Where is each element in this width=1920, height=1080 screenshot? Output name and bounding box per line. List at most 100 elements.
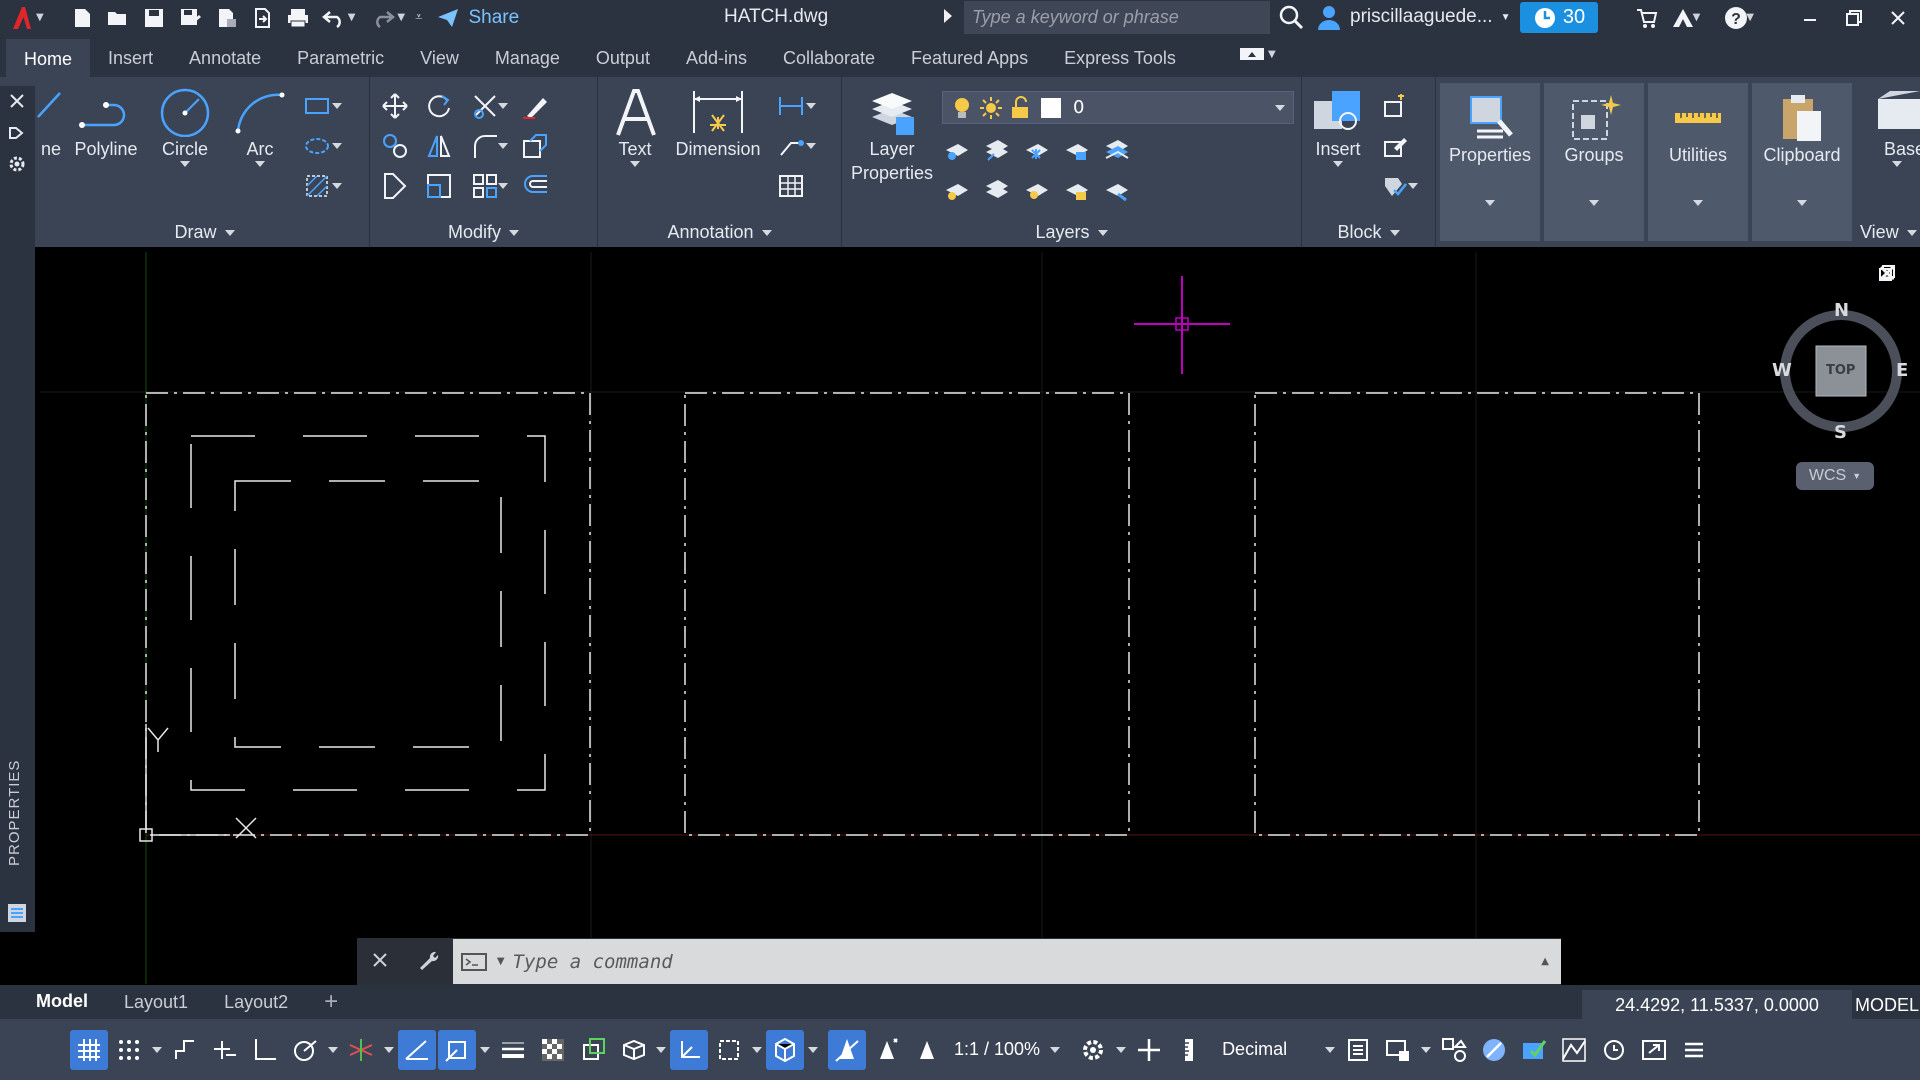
units-ruler-icon[interactable] <box>1170 1030 1208 1070</box>
redo-icon[interactable] <box>365 0 401 35</box>
add-layout-icon[interactable]: + <box>306 986 356 1018</box>
layer-on-all-icon[interactable] <box>942 175 972 205</box>
new-file-icon[interactable] <box>64 0 100 35</box>
trim-dropdown-icon[interactable] <box>496 91 510 121</box>
3d-object-snap-icon[interactable] <box>614 1030 652 1070</box>
palette-autohide-icon[interactable] <box>8 124 26 146</box>
auto-scale-icon[interactable] <box>868 1030 906 1070</box>
linear-dimension-icon[interactable] <box>776 91 806 121</box>
search-expand-arrow-icon[interactable] <box>944 9 952 23</box>
leader-dropdown-icon[interactable] <box>804 131 818 161</box>
command-input[interactable] <box>512 950 1534 973</box>
annotation-panel-title[interactable]: Annotation <box>598 222 841 243</box>
scale-icon[interactable] <box>424 171 454 201</box>
gradient-icon[interactable] <box>302 171 332 201</box>
fillet-dropdown-icon[interactable] <box>496 131 510 161</box>
edit-block-icon[interactable] <box>1380 131 1410 161</box>
share-button[interactable]: Share <box>436 7 519 29</box>
tab-model[interactable]: Model <box>18 986 106 1018</box>
save-as-icon[interactable] <box>172 0 208 35</box>
draw-panel-title[interactable]: Draw <box>40 222 369 243</box>
copy-icon[interactable] <box>380 131 410 161</box>
gizmo-icon[interactable] <box>766 1029 804 1070</box>
circle-button[interactable]: Circle <box>150 87 220 167</box>
circle-dropdown-icon[interactable] <box>180 161 190 167</box>
close-palette-icon[interactable] <box>8 92 26 114</box>
search-icon[interactable] <box>1278 4 1304 34</box>
model-space-toggle[interactable]: MODEL <box>1854 990 1920 1020</box>
selection-filtering-icon[interactable] <box>710 1030 748 1070</box>
tab-parametric[interactable]: Parametric <box>279 39 402 77</box>
linear-dimension-dropdown-icon[interactable] <box>804 91 818 121</box>
tab-express-tools[interactable]: Express Tools <box>1046 39 1194 77</box>
arc-button[interactable]: Arc <box>230 87 290 167</box>
command-expand-icon[interactable]: ▲ <box>1541 956 1549 967</box>
layer-dropdown[interactable]: 0 <box>942 91 1294 124</box>
object-snap-icon[interactable] <box>438 1029 476 1070</box>
compass-south-label[interactable]: S <box>1834 422 1847 443</box>
isolate-objects-icon[interactable] <box>1435 1030 1473 1070</box>
dimension-button[interactable]: Dimension <box>670 87 766 161</box>
tab-view[interactable]: View <box>402 39 477 77</box>
command-customize-wrench-icon[interactable] <box>416 948 440 976</box>
layer-freeze-icon[interactable] <box>1022 135 1052 165</box>
text-dropdown-icon[interactable] <box>630 161 640 167</box>
undo-caret-icon[interactable]: ▼ <box>348 12 356 23</box>
dynamic-ucs-icon[interactable] <box>670 1029 708 1070</box>
properties-panel-button[interactable]: Properties <box>1440 83 1540 241</box>
close-window-icon[interactable] <box>1876 0 1920 35</box>
tab-insert[interactable]: Insert <box>90 39 171 77</box>
layer-unisolate-icon[interactable] <box>982 175 1012 205</box>
array-dropdown-icon[interactable] <box>496 171 510 201</box>
clean-screen-toggle-icon[interactable] <box>1515 1030 1553 1070</box>
annotation-scale-value[interactable]: 1:1 / 100% <box>948 1039 1046 1060</box>
graphics-performance-icon[interactable] <box>1555 1030 1593 1070</box>
tab-layout1[interactable]: Layout1 <box>106 986 206 1018</box>
layer-isolate-icon[interactable] <box>982 135 1012 165</box>
redo-caret-icon[interactable]: ▼ <box>397 12 405 23</box>
tab-home[interactable]: Home <box>6 39 91 77</box>
minimize-icon[interactable] <box>1788 0 1832 35</box>
customization-menu-icon[interactable] <box>1675 1030 1713 1070</box>
tab-output[interactable]: Output <box>578 39 668 77</box>
layer-match-icon[interactable] <box>1102 135 1132 165</box>
search-input[interactable] <box>972 7 1270 28</box>
search-box[interactable] <box>964 1 1270 34</box>
save-to-web-icon[interactable] <box>244 0 280 35</box>
isometric-caret-icon[interactable] <box>382 1046 396 1053</box>
lock-ui-icon[interactable] <box>1379 1030 1417 1070</box>
filter-caret-icon[interactable] <box>750 1046 764 1053</box>
trial-badge[interactable]: 30 <box>1520 2 1598 33</box>
viewcube[interactable]: N S E W TOP <box>1772 300 1908 443</box>
undo-icon[interactable] <box>316 0 352 35</box>
fullscreen-icon[interactable] <box>1635 1030 1673 1070</box>
layers-panel-title[interactable]: Layers <box>842 222 1301 243</box>
object-snap-tracking-icon[interactable] <box>398 1029 436 1070</box>
explode-icon[interactable] <box>520 131 550 161</box>
text-button[interactable]: Text <box>610 87 660 167</box>
ortho-mode-icon[interactable] <box>246 1030 284 1070</box>
command-close-icon[interactable] <box>371 951 389 973</box>
annotation-visibility-icon[interactable] <box>828 1029 866 1070</box>
line-button[interactable]: ne <box>36 87 66 161</box>
tab-layout2[interactable]: Layout2 <box>206 986 306 1018</box>
table-icon[interactable] <box>776 171 806 201</box>
layer-thaw-icon[interactable] <box>1022 175 1052 205</box>
cart-icon[interactable] <box>1629 0 1665 35</box>
properties-palette-label[interactable]: PROPERTIES <box>6 760 23 866</box>
sync-status-icon[interactable] <box>1595 1030 1633 1070</box>
layer-previous-icon[interactable] <box>1102 175 1132 205</box>
compass-north-label[interactable]: N <box>1834 300 1849 321</box>
help-caret-icon[interactable]: ▼ <box>1746 12 1754 23</box>
hatch-icon[interactable] <box>302 131 332 161</box>
save-icon[interactable] <box>136 0 172 35</box>
clipboard-panel-button[interactable]: Clipboard <box>1752 83 1852 241</box>
command-prompt-icon[interactable] <box>461 951 489 973</box>
rectangle-dropdown-icon[interactable] <box>330 91 344 121</box>
lineweight-icon[interactable] <box>494 1030 532 1070</box>
isometric-drafting-icon[interactable] <box>342 1030 380 1070</box>
polyline-button[interactable]: Polyline <box>68 87 144 161</box>
mirror-icon[interactable] <box>424 131 454 161</box>
app-menu-caret-icon[interactable]: ▼ <box>36 12 44 23</box>
hardware-acceleration-icon[interactable] <box>1475 1030 1513 1070</box>
